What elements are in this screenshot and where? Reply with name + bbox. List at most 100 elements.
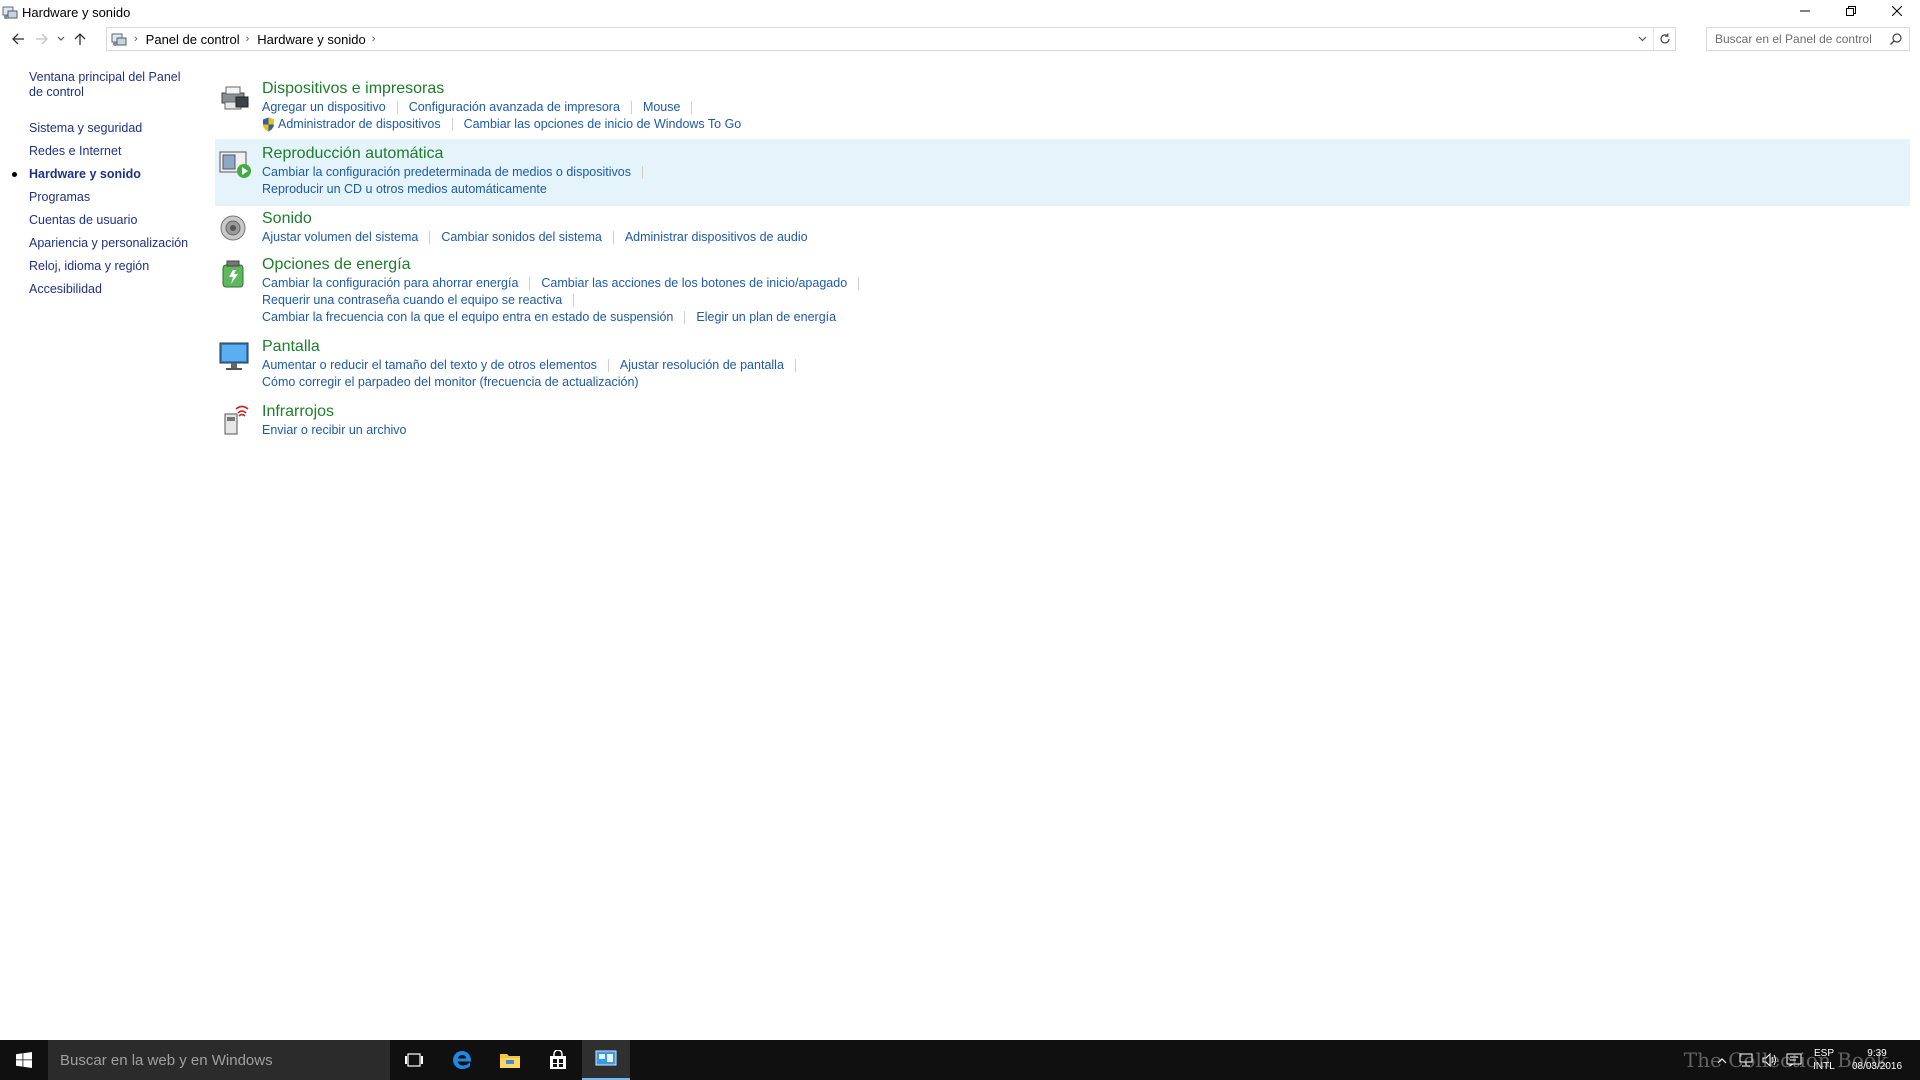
task-view-icon [405,1053,423,1067]
link-autoplay-cd[interactable]: Reproducir un CD u otros medios automáti… [262,181,547,198]
close-icon [1892,6,1902,16]
link-windows-to-go[interactable]: Cambiar las opciones de inicio de Window… [464,116,742,133]
divider [529,277,531,290]
chevron-right-icon[interactable]: › [372,33,376,45]
navigation-bar: › Panel de control › Hardware y sonido › [0,27,1920,51]
link-manage-audio-devices[interactable]: Administrar dispositivos de audio [625,229,808,246]
store-icon [550,1050,566,1069]
link-power-button-actions[interactable]: Cambiar las acciones de los botones de i… [541,275,847,292]
link-power-saving-settings[interactable]: Cambiar la configuración para ahorrar en… [262,275,518,292]
minimize-button[interactable] [1782,0,1828,22]
notification-icon [1786,1053,1802,1067]
link-sleep-frequency[interactable]: Cambiar la frecuencia con la que el equi… [262,309,673,326]
link-device-manager[interactable]: Administrador de dispositivos [278,116,441,133]
sidebar-item-network-internet[interactable]: Redes e Internet [29,140,210,163]
link-choose-power-plan[interactable]: Elegir un plan de energía [696,309,836,326]
volume-button[interactable] [1758,1040,1782,1080]
arrow-up-icon [74,33,86,45]
chevron-right-icon[interactable]: › [246,33,250,45]
chevron-down-icon [1638,36,1646,42]
restore-icon [1846,6,1856,16]
category-title[interactable]: Sonido [262,209,312,229]
input-language-indicator[interactable]: ESP INTL [1806,1047,1842,1073]
refresh-button[interactable] [1653,28,1675,50]
search-box[interactable] [1706,27,1910,51]
store-button[interactable] [534,1040,582,1080]
show-hidden-icons-button[interactable] [1710,1040,1734,1080]
sidebar-item-system-security[interactable]: Sistema y seguridad [29,117,210,140]
close-button[interactable] [1874,0,1920,22]
divider [684,311,686,324]
link-require-password-wake[interactable]: Requerir una contraseña cuando el equipo… [262,292,562,309]
breadcrumb-control-panel[interactable]: Panel de control [146,32,240,47]
recent-locations-button[interactable] [54,36,68,42]
uac-shield-icon [263,117,274,132]
search-input[interactable] [1715,29,1885,49]
up-button[interactable] [68,27,92,51]
category-power-options: Opciones de energía Cambiar la configura… [215,249,1910,329]
arrow-left-icon [12,33,24,45]
category-title[interactable]: Reproducción automática [262,144,443,164]
devices-printers-icon [221,86,249,110]
link-screen-resolution[interactable]: Ajustar resolución de pantalla [620,357,784,374]
control-panel-icon [595,1050,617,1066]
windows-logo-icon [16,1052,32,1068]
sidebar-item-user-accounts[interactable]: Cuentas de usuario [29,209,210,232]
category-title[interactable]: Dispositivos e impresoras [262,79,444,99]
keyboard-layout: INTL [1813,1061,1835,1072]
chevron-down-icon [57,36,65,41]
link-text-size[interactable]: Aumentar o reducir el tamaño del texto y… [262,357,597,374]
category-title[interactable]: Pantalla [262,337,320,357]
breadcrumb-hardware-sound[interactable]: Hardware y sonido [257,32,365,47]
network-icon [1739,1053,1753,1067]
link-mouse[interactable]: Mouse [643,99,681,116]
file-explorer-button[interactable] [486,1040,534,1080]
active-bullet-icon [12,172,17,177]
clock[interactable]: 9:39 08/03/2016 [1842,1047,1912,1073]
show-desktop-button[interactable] [1912,1040,1920,1080]
divider [691,101,693,114]
taskbar-search-box[interactable]: Buscar en la web y en Windows [48,1040,390,1080]
restore-button[interactable] [1828,0,1874,22]
divider [429,231,431,244]
chevron-right-icon[interactable]: › [134,33,138,45]
category-autoplay[interactable]: Reproducción automática Cambiar la confi… [215,139,1910,206]
link-adjust-volume[interactable]: Ajustar volumen del sistema [262,229,418,246]
edge-browser-button[interactable] [438,1040,486,1080]
category-sound: Sonido Ajustar volumen del sistema Cambi… [215,206,1910,249]
divider [641,166,643,179]
link-advanced-printer-setup[interactable]: Configuración avanzada de impresora [409,99,620,116]
control-panel-taskbar-button[interactable] [582,1040,630,1080]
link-change-system-sounds[interactable]: Cambiar sonidos del sistema [441,229,602,246]
arrow-right-icon [36,33,48,45]
infrared-icon [224,405,249,435]
divider [612,231,614,244]
link-add-device[interactable]: Agregar un dispositivo [262,99,386,116]
link-send-receive-file[interactable]: Enviar o recibir un archivo [262,422,407,439]
task-view-button[interactable] [390,1040,438,1080]
control-panel-home-link[interactable]: Ventana principal del Panel de control [29,70,194,100]
sidebar-item-clock-language-region[interactable]: Reloj, idioma y región [29,255,210,278]
divider [451,118,453,131]
category-title[interactable]: Infrarrojos [262,402,334,422]
sidebar-item-programs[interactable]: Programas [29,186,210,209]
sidebar-item-appearance[interactable]: Apariencia y personalización [29,232,210,255]
category-title[interactable]: Opciones de energía [262,255,411,275]
address-bar[interactable]: › Panel de control › Hardware y sonido › [106,27,1676,51]
address-history-button[interactable] [1631,36,1653,42]
autoplay-icon [219,151,251,178]
edge-icon [453,1051,472,1069]
link-autoplay-defaults[interactable]: Cambiar la configuración predeterminada … [262,164,631,181]
start-button[interactable] [0,1040,48,1080]
forward-button[interactable] [30,27,54,51]
network-button[interactable] [1734,1040,1758,1080]
window-title: Hardware y sonido [22,4,131,20]
sidebar-item-accessibility[interactable]: Accesibilidad [29,278,210,301]
power-options-icon [222,260,244,288]
action-center-button[interactable] [1782,1040,1806,1080]
link-refresh-rate[interactable]: Cómo corregir el parpadeo del monitor (f… [262,374,639,391]
back-button[interactable] [6,27,30,51]
divider [858,277,860,290]
search-icon[interactable] [1889,32,1903,46]
sidebar-item-hardware-sound[interactable]: Hardware y sonido [12,163,210,186]
